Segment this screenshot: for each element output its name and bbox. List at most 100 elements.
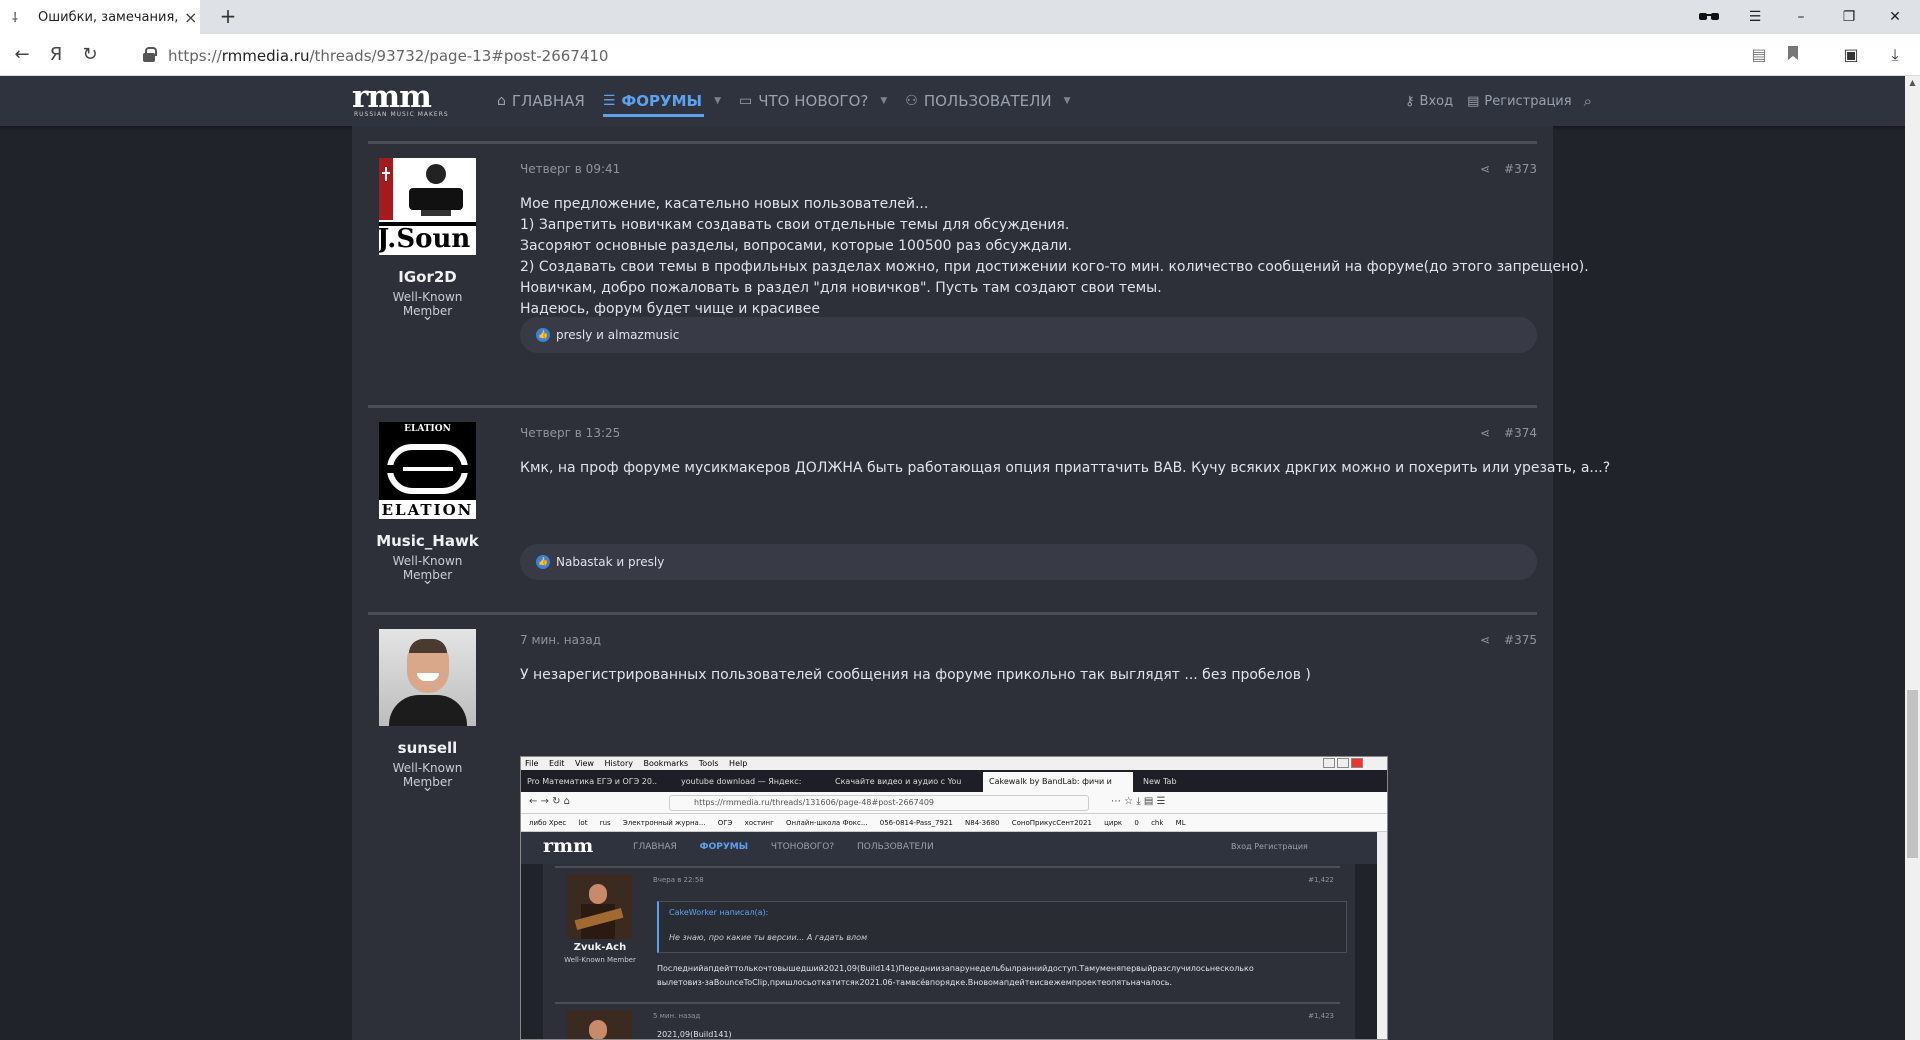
embedded-menubar: File Edit View History Bookmarks Tools H… bbox=[521, 757, 1387, 770]
chevron-down-icon[interactable]: ▼ bbox=[1064, 96, 1071, 106]
emb-bookmark: СоноПрикусСент2021 bbox=[1011, 819, 1092, 827]
share-icon[interactable]: ⋖ bbox=[1480, 633, 1490, 647]
share-icon[interactable]: ⋖ bbox=[1480, 162, 1490, 176]
post-number[interactable]: #375 bbox=[1504, 633, 1537, 647]
post-line: 1) Запретить новичкам создавать свои отд… bbox=[520, 217, 1070, 233]
post-number[interactable]: #374 bbox=[1504, 426, 1537, 440]
chevron-down-icon[interactable]: ⌄ bbox=[368, 572, 487, 588]
username[interactable]: sunsell bbox=[368, 739, 487, 757]
nav-users[interactable]: ⚇ ПОЛЬЗОВАТЕЛИ ▼ bbox=[896, 76, 1079, 126]
minimize-icon[interactable]: – bbox=[1778, 0, 1824, 34]
avatar[interactable] bbox=[379, 629, 476, 726]
thumbs-up-icon: 👍 bbox=[536, 328, 550, 342]
emb-nav-item: ГЛАВНАЯ bbox=[633, 842, 677, 852]
emb-tab: youtube download — Яндекс: bbox=[681, 777, 802, 786]
post-date[interactable]: 7 мин. назад bbox=[520, 633, 601, 647]
post-meta: ⋖ #375 bbox=[1480, 633, 1537, 647]
emb-maximize-icon bbox=[1337, 758, 1349, 768]
emb-bookmark: N84-3680 bbox=[965, 819, 1000, 827]
main-menu: ⌂ ГЛАВНАЯ ☰ ФОРУМЫ ▼ ▭ ЧТО НОВОГО? ▼ ⚇ ПОЛЬЗОВ… bbox=[488, 76, 1080, 126]
avatar[interactable]: J.Soun bbox=[379, 158, 476, 255]
browser-tab-bar: ⸸ Ошибки, замечания, пр × + ☰ – ❐ ✕ bbox=[0, 0, 1920, 34]
username[interactable]: Music_Hawk bbox=[368, 532, 487, 550]
browser-tab[interactable]: ⸸ Ошибки, замечания, пр × bbox=[0, 0, 200, 34]
register-link[interactable]: Регистрация bbox=[1484, 94, 1571, 109]
emb-nav-item: ПОЛЬЗОВАТЕЛИ bbox=[857, 842, 934, 852]
thumbs-up-icon: 👍 bbox=[536, 555, 550, 569]
post-date[interactable]: Четверг в 13:25 bbox=[520, 426, 620, 440]
emb-nav-item: ФОРУМЫ bbox=[699, 842, 749, 852]
emb-auth: Вход Регистрация bbox=[1231, 842, 1308, 851]
search-icon[interactable]: ⌕ bbox=[1584, 92, 1592, 110]
nav-forums-label: ФОРУМЫ bbox=[621, 92, 703, 110]
reactions-text[interactable]: Nabastak и presly bbox=[556, 555, 664, 569]
avatar-text: J.Soun bbox=[379, 224, 471, 254]
emb-bookmark: Электронный журна... bbox=[622, 819, 706, 827]
emb-text-line: 2021,09(Build141) bbox=[657, 1030, 732, 1039]
embedded-tabs: Pro Математика ЕГЭ и ОГЭ 20.. youtube do… bbox=[521, 770, 1387, 792]
address-bar[interactable]: https://rmmedia.ru/threads/93732/page-13… bbox=[168, 47, 608, 65]
post-line: Новичкам, добро пожаловать в раздел "для… bbox=[520, 280, 1162, 296]
chevron-down-icon[interactable]: ▼ bbox=[880, 96, 887, 106]
emb-text: Последнийапдейттолькочтовышедший2021,09(… bbox=[657, 962, 1254, 990]
close-tab-icon[interactable]: × bbox=[184, 8, 197, 27]
post-date[interactable]: Четверг в 09:41 bbox=[520, 162, 620, 176]
emb-content: Zvuk-Ach Well-Known Member Вчера в 22:58… bbox=[543, 864, 1355, 1039]
emb-menu-item: File bbox=[525, 759, 539, 768]
chevron-down-icon[interactable]: ⌄ bbox=[368, 308, 487, 324]
chevron-down-icon[interactable]: ⌄ bbox=[368, 779, 487, 795]
window-close-icon[interactable]: ✕ bbox=[1872, 0, 1918, 34]
page-scrollbar[interactable] bbox=[1905, 76, 1920, 1040]
share-icon[interactable]: ⋖ bbox=[1480, 426, 1490, 440]
emb-nav: ГЛАВНАЯ ФОРУМЫ ЧТОНОВОГО? ПОЛЬЗОВАТЕЛИ bbox=[633, 842, 954, 852]
post-line: Мое предложение, касательно новых пользо… bbox=[520, 196, 929, 212]
back-icon[interactable]: ← bbox=[10, 44, 34, 66]
embedded-toolbar: ← → ↻ ⌂ https://rmmedia.ru/threads/13160… bbox=[521, 792, 1387, 814]
site-logo[interactable]: rmm RUSSIAN MUSIC MAKERS bbox=[352, 79, 456, 121]
emb-avatar bbox=[567, 1010, 632, 1039]
reactions-bar[interactable]: 👍 Nabastak и presly bbox=[520, 544, 1537, 580]
reactions-bar[interactable]: 👍 presly и almazmusic bbox=[520, 317, 1537, 353]
reactions-text[interactable]: presly и almazmusic bbox=[556, 328, 679, 342]
emb-number: #1,422 bbox=[1308, 876, 1334, 884]
emb-number: #1,423 bbox=[1308, 1012, 1334, 1020]
logo-text: rmm bbox=[352, 79, 432, 115]
browser-tab-title: Ошибки, замечания, пр bbox=[38, 9, 178, 25]
nav-whats-new[interactable]: ▭ ЧТО НОВОГО? ▼ bbox=[730, 76, 896, 126]
bookmark-icon[interactable] bbox=[1782, 44, 1804, 66]
emb-username: Zvuk-Ach bbox=[573, 942, 627, 953]
new-tab-button[interactable]: + bbox=[216, 5, 240, 29]
post-body: У незарегистрированных пользователей соо… bbox=[520, 665, 1311, 686]
collections-icon[interactable]: ▣ bbox=[1840, 44, 1862, 66]
emb-avatar bbox=[567, 874, 632, 939]
scrollbar-thumb[interactable] bbox=[1907, 690, 1918, 858]
users-icon: ⚇ bbox=[905, 93, 918, 109]
scroll-up-icon[interactable]: ▲ bbox=[1905, 78, 1920, 87]
emb-bookmark: ОГЭ bbox=[717, 819, 733, 827]
username[interactable]: IGor2D bbox=[368, 268, 487, 286]
emb-address: https://rmmedia.ru/threads/131606/page-4… bbox=[669, 795, 1089, 811]
post-number[interactable]: #373 bbox=[1504, 162, 1537, 176]
reader-mode-icon[interactable]: ▤ bbox=[1748, 44, 1770, 66]
nav-home[interactable]: ⌂ ГЛАВНАЯ bbox=[488, 76, 594, 126]
emb-bookmark: либо Хрес bbox=[529, 819, 567, 827]
login-link[interactable]: Вход bbox=[1420, 94, 1454, 109]
emb-date: 5 мин. назад bbox=[653, 1012, 701, 1020]
thread-content: J.Soun IGor2D Well-Known Member ⌄ Четвер… bbox=[352, 126, 1610, 1040]
emb-user-title: Well-Known Member bbox=[564, 956, 636, 964]
glasses-icon[interactable] bbox=[1686, 0, 1732, 34]
post-373: J.Soun IGor2D Well-Known Member ⌄ Четвер… bbox=[368, 141, 1589, 357]
chevron-down-icon[interactable]: ▼ bbox=[714, 96, 721, 106]
whats-new-icon: ▭ bbox=[738, 93, 753, 109]
attached-screenshot[interactable]: File Edit View History Bookmarks Tools H… bbox=[520, 756, 1388, 1040]
url-host: rmmedia.ru bbox=[221, 47, 310, 65]
download-icon[interactable]: ⤓ bbox=[1884, 44, 1906, 66]
avatar[interactable]: ELATION ELATION bbox=[379, 422, 476, 519]
reload-icon[interactable]: ↻ bbox=[78, 44, 102, 66]
emb-bookmark: chk bbox=[1151, 819, 1164, 827]
nav-forums[interactable]: ☰ ФОРУМЫ ▼ bbox=[594, 76, 730, 126]
emb-tab-active: Cakewalk by BandLab: фичи и bbox=[983, 772, 1133, 792]
restore-icon[interactable]: ❐ bbox=[1826, 0, 1872, 34]
browser-menu-icon[interactable]: ☰ bbox=[1732, 0, 1778, 34]
yandex-icon[interactable]: Я bbox=[44, 44, 68, 66]
